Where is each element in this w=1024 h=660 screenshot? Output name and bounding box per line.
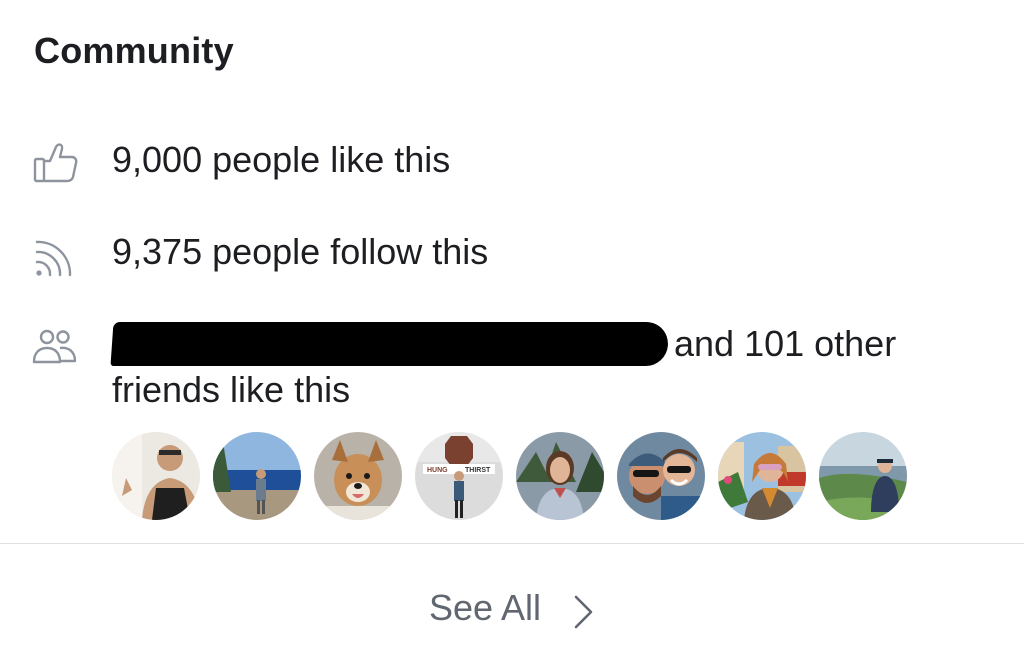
friend-avatar[interactable] bbox=[819, 432, 907, 520]
friend-avatar[interactable] bbox=[112, 432, 200, 520]
friends-count-text: and 101 other bbox=[674, 323, 897, 364]
sign-text-right: THIRST bbox=[465, 467, 491, 474]
friend-avatar[interactable] bbox=[617, 432, 705, 520]
thumbs-up-icon bbox=[30, 138, 80, 188]
friend-avatar[interactable] bbox=[314, 432, 402, 520]
friend-avatar[interactable] bbox=[516, 432, 604, 520]
follows-row[interactable]: 9,375 people follow this bbox=[0, 228, 1024, 288]
community-card: Community 9,000 people like this 9,375 p… bbox=[0, 0, 1024, 660]
friend-avatar[interactable] bbox=[718, 432, 806, 520]
friends-like-text-line2: friends like this bbox=[112, 369, 351, 410]
likes-row[interactable]: 9,000 people like this bbox=[0, 136, 1024, 196]
see-all-button[interactable]: See All bbox=[0, 578, 1024, 636]
likes-count-text: 9,000 people like this bbox=[112, 139, 451, 180]
see-all-label: See All bbox=[428, 587, 542, 629]
friends-like-text-line1: and 101 other bbox=[110, 322, 897, 366]
rss-feed-icon bbox=[30, 232, 80, 282]
redacted-names bbox=[110, 322, 670, 366]
divider bbox=[0, 543, 1024, 544]
chevron-right-icon bbox=[573, 590, 595, 629]
friend-avatars: HUNG THIRST bbox=[112, 432, 912, 522]
people-icon bbox=[30, 324, 80, 374]
follows-count-text: 9,375 people follow this bbox=[112, 231, 489, 272]
friends-like-row[interactable]: and 101 other friends like this bbox=[0, 318, 1024, 418]
friend-avatar[interactable] bbox=[213, 432, 301, 520]
sign-text-left: HUNG bbox=[427, 467, 448, 474]
section-title: Community bbox=[34, 30, 234, 71]
friend-avatar[interactable]: HUNG THIRST bbox=[415, 432, 503, 520]
